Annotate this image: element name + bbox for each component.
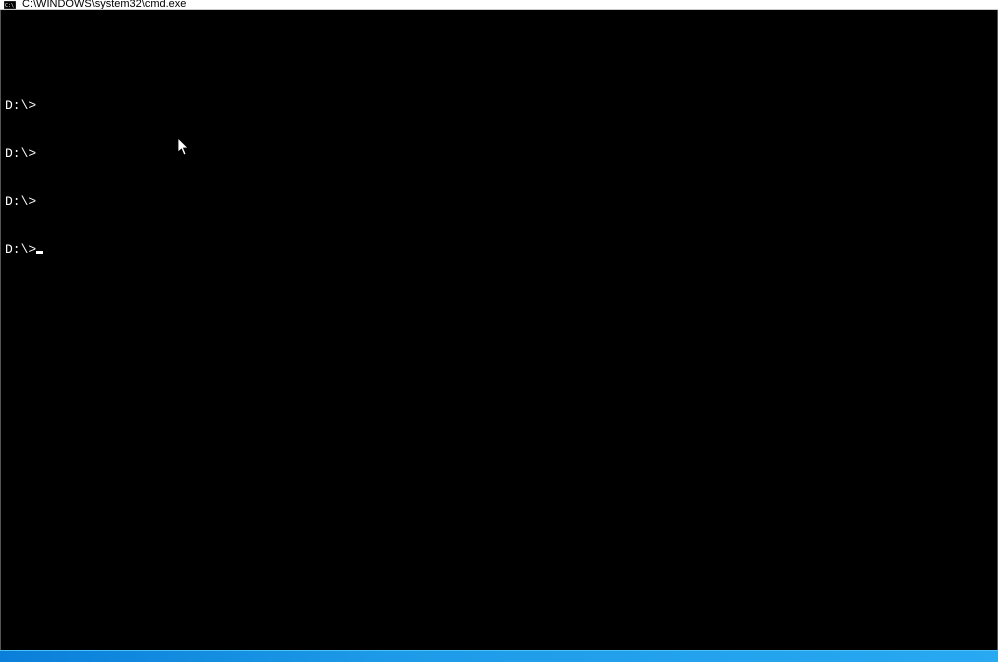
- prompt-line: D:\>: [5, 98, 993, 114]
- prompt-text: D:\>: [5, 242, 36, 257]
- cmd-window: C:\ C:\WINDOWS\system32\cmd.exe D:\> D:\…: [0, 0, 998, 662]
- svg-text:C:\: C:\: [5, 3, 14, 9]
- terminal-top-padding: [5, 42, 993, 66]
- prompt-text: D:\>: [5, 98, 36, 113]
- window-title: C:\WINDOWS\system32\cmd.exe: [22, 0, 186, 9]
- taskbar[interactable]: [0, 650, 998, 662]
- prompt-line: D:\>: [5, 194, 993, 210]
- mouse-cursor-icon: [131, 122, 143, 140]
- prompt-text: D:\>: [5, 146, 36, 161]
- prompt-text: D:\>: [5, 194, 36, 209]
- prompt-line: D:\>: [5, 146, 993, 162]
- cmd-icon: C:\: [4, 1, 16, 9]
- titlebar[interactable]: C:\ C:\WINDOWS\system32\cmd.exe: [0, 0, 998, 10]
- prompt-line: D:\>: [5, 242, 993, 258]
- text-cursor: [36, 251, 43, 254]
- terminal-area[interactable]: D:\> D:\> D:\> D:\>: [0, 10, 998, 662]
